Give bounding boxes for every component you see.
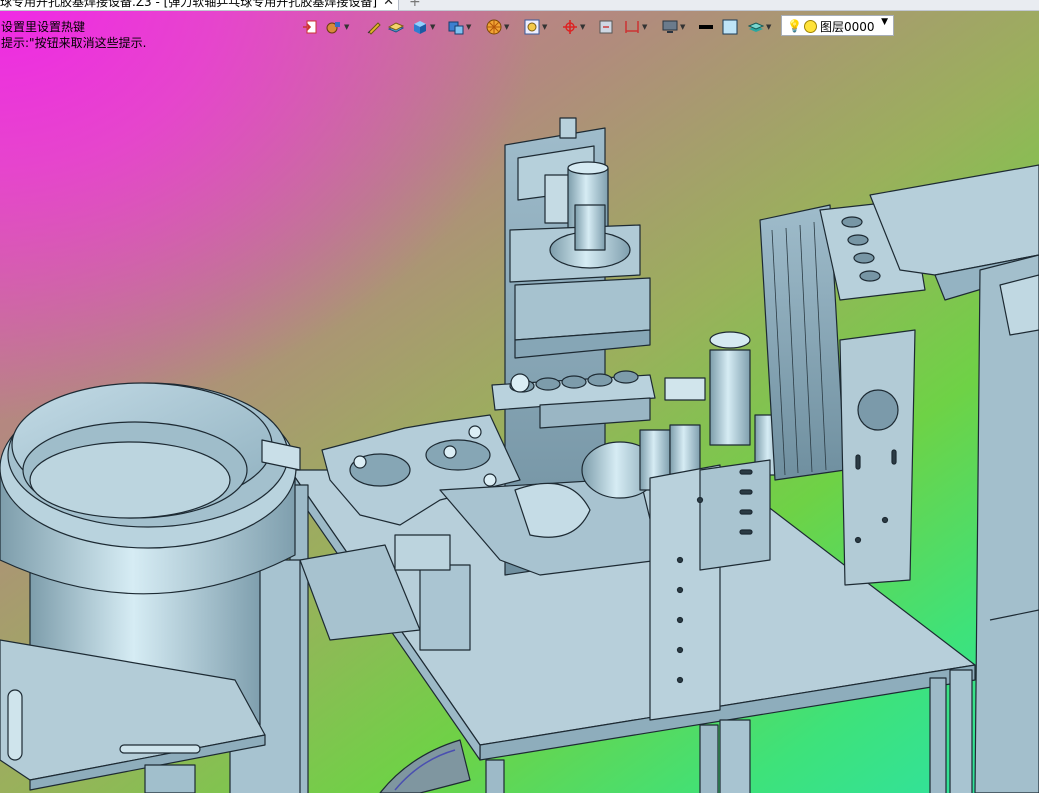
chevron-down-icon: ▼	[504, 23, 510, 31]
exit-sketch-icon	[302, 19, 318, 35]
zoom-view-icon	[524, 19, 540, 35]
cad-model-assembly[interactable]	[0, 0, 1039, 793]
chevron-down-icon: ▼	[766, 23, 772, 31]
exit-sketch-button[interactable]	[302, 17, 318, 37]
fill-color-button[interactable]	[722, 17, 738, 37]
chevron-down-icon[interactable]: ▼	[881, 17, 888, 27]
layer-select-value: 图层0000	[820, 20, 875, 34]
fill-color-icon	[722, 19, 738, 35]
plane-button[interactable]	[387, 17, 405, 37]
monitor-button[interactable]: ▼	[662, 17, 685, 37]
line-style-button[interactable]	[698, 17, 714, 37]
dimension-icon	[624, 19, 640, 35]
layers-stack-icon	[747, 19, 765, 35]
dimension-button[interactable]: ▼	[624, 17, 647, 37]
shaded-cube-button[interactable]: ▼	[412, 17, 435, 37]
right-side-plate	[839, 329, 916, 586]
conveyor-beam	[869, 164, 1039, 276]
section-view-button[interactable]	[598, 17, 614, 37]
section-view-icon	[598, 19, 614, 35]
color-wheel-button[interactable]: ▼	[486, 17, 509, 37]
snap-point-button[interactable]: ▼	[562, 17, 585, 37]
chevron-down-icon: ▼	[580, 23, 586, 31]
chevron-down-icon: ▼	[542, 23, 548, 31]
hint-line-2: 提示:"按钮来取消这些提示.	[1, 36, 147, 50]
layer-select[interactable]: 💡 图层0000 ▼	[781, 15, 894, 36]
snap-point-icon	[562, 19, 578, 35]
display-cube-button[interactable]: ▼	[448, 17, 471, 37]
plane-icon	[387, 19, 405, 35]
line-style-icon	[698, 19, 714, 35]
new-tab-button[interactable]: +	[409, 0, 421, 10]
view-style-button[interactable]: ▼	[326, 17, 349, 37]
pen-draw-icon	[366, 19, 382, 35]
close-tab-icon[interactable]: ✕	[383, 0, 394, 10]
display-cube-icon	[448, 19, 464, 35]
monitor-icon	[662, 19, 678, 35]
pen-draw-button[interactable]	[366, 17, 382, 37]
chevron-down-icon: ▼	[344, 23, 350, 31]
hint-line-1: 设置里设置热键	[1, 20, 86, 34]
chevron-down-icon: ▼	[430, 23, 436, 31]
shaded-cube-icon	[412, 19, 428, 35]
3d-viewport[interactable]: 球专用开孔胶基焊接设备.Z3 - [弹力软轴乒乓球专用开孔胶基焊接设备] ✕ +…	[0, 0, 1039, 793]
view-style-icon	[326, 19, 342, 35]
layer-color-icon	[804, 20, 817, 33]
chevron-down-icon: ▼	[642, 23, 648, 31]
document-tab-title: 球专用开孔胶基焊接设备.Z3 - [弹力软轴乒乓球专用开孔胶基焊接设备]	[0, 0, 377, 9]
color-wheel-icon	[486, 19, 502, 35]
document-tab[interactable]: 球专用开孔胶基焊接设备.Z3 - [弹力软轴乒乓球专用开孔胶基焊接设备] ✕	[0, 0, 399, 10]
layers-stack-button[interactable]: ▼	[747, 17, 772, 37]
chevron-down-icon: ▼	[680, 23, 686, 31]
lightbulb-icon: 💡	[787, 19, 802, 33]
chevron-down-icon: ▼	[466, 23, 472, 31]
zoom-view-button[interactable]: ▼	[524, 17, 547, 37]
document-tab-bar: 球专用开孔胶基焊接设备.Z3 - [弹力软轴乒乓球专用开孔胶基焊接设备] ✕ +	[0, 0, 1039, 11]
